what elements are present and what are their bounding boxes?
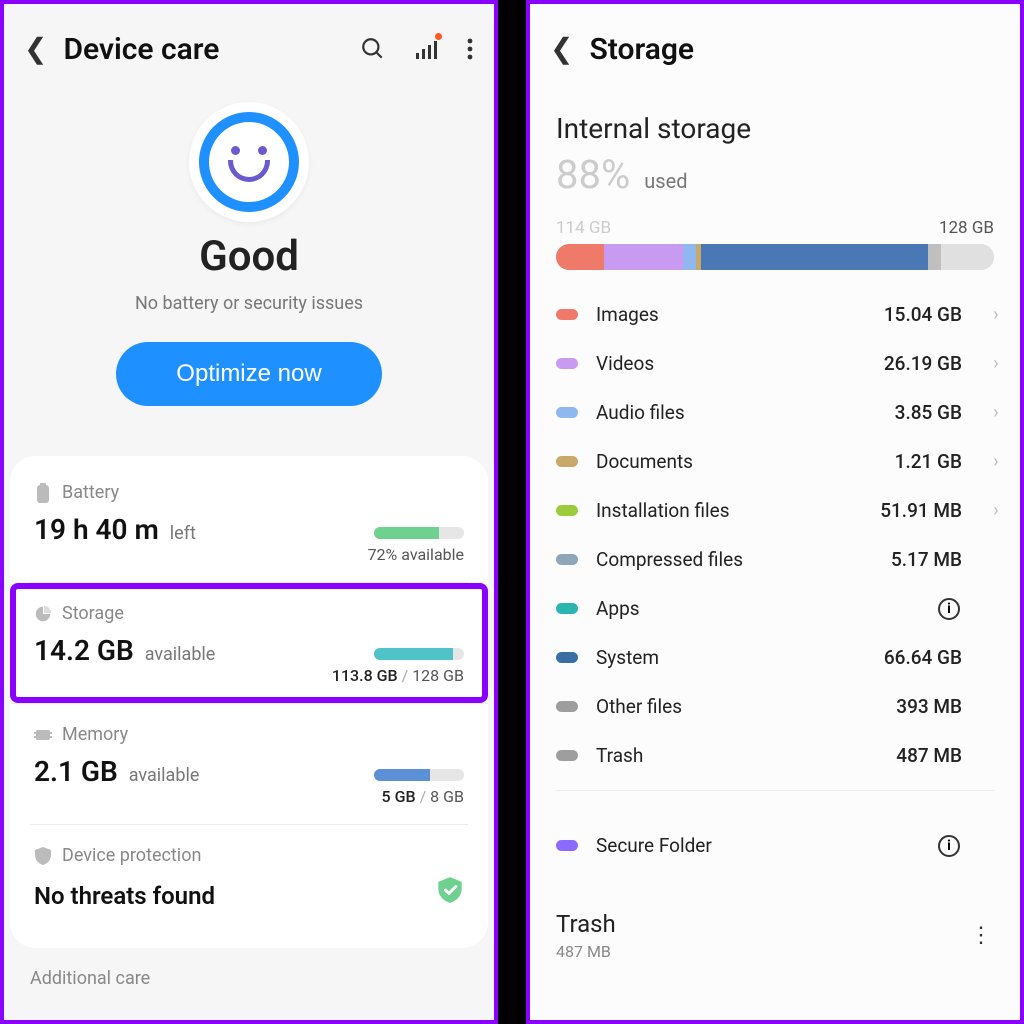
category-value: 1.21 GB <box>895 450 962 473</box>
page-title: Device care <box>63 32 219 67</box>
category-color-pill <box>556 505 578 516</box>
category-row[interactable]: Trash487 MB› <box>556 731 1006 780</box>
category-value: 26.19 GB <box>884 352 962 375</box>
device-care-screen: ❮ Device care Good No battery or securit… <box>0 0 498 1024</box>
category-list: Images15.04 GB›Videos26.19 GB›Audio file… <box>530 270 1020 780</box>
category-row[interactable]: Documents 1.21 GB › <box>556 437 1006 486</box>
storage-icon <box>34 605 52 623</box>
category-name: Videos <box>596 352 866 375</box>
header: ❮ Device care <box>4 4 494 82</box>
range-used: 114 GB <box>556 218 611 238</box>
memory-bar <box>374 769 464 781</box>
category-name: Compressed files <box>596 548 873 571</box>
info-icon[interactable]: i <box>938 598 960 620</box>
optimize-button[interactable]: Optimize now <box>116 342 381 406</box>
category-color-pill <box>556 750 578 761</box>
category-name: Apps <box>596 597 920 620</box>
category-row[interactable]: Audio files 3.85 GB › <box>556 388 1006 437</box>
shield-ok-icon <box>436 876 464 904</box>
more-icon[interactable]: ⋮ <box>970 923 994 948</box>
status-hero: Good No battery or security issues Optim… <box>4 82 494 416</box>
status-subtitle: No battery or security issues <box>24 293 474 314</box>
used-label: used <box>644 169 687 193</box>
back-icon[interactable]: ❮ <box>550 35 589 63</box>
section-title: Internal storage <box>530 82 1020 147</box>
back-icon[interactable]: ❮ <box>24 35 63 63</box>
secure-folder-row-wrap: Secure Folder i › <box>530 801 1020 870</box>
category-color-pill <box>556 652 578 663</box>
chevron-right-icon: › <box>986 500 1006 521</box>
header: ❮ Storage <box>530 4 1020 82</box>
category-row[interactable]: Videos 26.19 GB › <box>556 339 1006 388</box>
trash-subtitle: 487 MB <box>556 942 616 961</box>
chevron-right-icon: › <box>986 353 1006 374</box>
battery-bar <box>374 527 464 539</box>
signal-bars-icon[interactable] <box>414 37 438 61</box>
additional-care-label: Additional care <box>4 948 494 989</box>
memory-label: Memory <box>62 724 128 745</box>
category-color-pill <box>556 701 578 712</box>
memory-card[interactable]: Memory 2.1 GB available 5 GB / 8 GB <box>30 704 468 825</box>
used-percent: 88% <box>556 151 630 198</box>
category-color-pill <box>556 603 578 614</box>
category-color-pill <box>556 407 578 418</box>
category-row[interactable]: Compressed files5.17 MB› <box>556 535 1006 584</box>
category-name: System <box>596 646 866 669</box>
chevron-right-icon: › <box>986 451 1006 472</box>
trash-section[interactable]: Trash 487 MB ⋮ <box>530 870 1020 971</box>
category-name: Trash <box>596 744 878 767</box>
category-name: Images <box>596 303 866 326</box>
category-value: 51.91 MB <box>880 499 962 522</box>
memory-icon <box>34 726 52 744</box>
battery-card[interactable]: Battery 19 h 40 m left 72% available <box>30 462 468 583</box>
more-icon[interactable] <box>466 37 474 61</box>
category-color-pill <box>556 309 578 320</box>
info-icon[interactable]: i <box>938 835 960 857</box>
category-value: 393 MB <box>896 695 962 718</box>
category-row[interactable]: Other files393 MB› <box>556 682 1006 731</box>
category-color-pill <box>556 358 578 369</box>
protection-label: Device protection <box>62 845 201 866</box>
category-value: 66.64 GB <box>884 646 962 669</box>
storage-breakdown-bar <box>556 244 994 270</box>
chevron-right-icon: › <box>986 304 1006 325</box>
storage-card[interactable]: Storage 14.2 GB available 113.8 GB / 128… <box>10 583 488 704</box>
category-color-pill <box>556 554 578 565</box>
status-text: Good <box>24 232 474 281</box>
page-title: Storage <box>589 32 694 67</box>
category-color-pill <box>556 840 578 851</box>
storage-bar <box>374 648 464 660</box>
search-icon[interactable] <box>360 36 386 62</box>
chevron-right-icon: › <box>986 402 1006 423</box>
storage-screen: ❮ Storage Internal storage 88% used 114 … <box>526 0 1024 1024</box>
category-value: 3.85 GB <box>895 401 962 424</box>
battery-available: 72% available <box>368 545 464 564</box>
protection-card[interactable]: Device protection No threats found <box>30 825 468 928</box>
battery-label: Battery <box>62 482 119 503</box>
storage-label: Storage <box>62 603 124 624</box>
category-value: 5.17 MB <box>891 548 962 571</box>
range-total: 128 GB <box>939 218 994 238</box>
category-name: Audio files <box>596 401 877 424</box>
category-value: 487 MB <box>896 744 962 767</box>
category-color-pill <box>556 456 578 467</box>
category-name: Other files <box>596 695 878 718</box>
category-value: 15.04 GB <box>884 303 962 326</box>
protection-status: No threats found <box>34 882 215 910</box>
shield-icon <box>34 847 52 865</box>
category-row[interactable]: Images 15.04 GB › <box>556 290 1006 339</box>
battery-icon <box>34 484 52 502</box>
category-row[interactable]: Installation files 51.91 MB › <box>556 486 1006 535</box>
category-row[interactable]: Appsi› <box>556 584 1006 633</box>
secure-folder-row[interactable]: Secure Folder i › <box>556 821 1006 870</box>
metrics-card-group: Battery 19 h 40 m left 72% available Sto… <box>10 456 488 948</box>
category-name: Documents <box>596 450 877 473</box>
category-row[interactable]: System66.64 GB› <box>556 633 1006 682</box>
notification-dot-icon <box>435 33 442 40</box>
category-name: Installation files <box>596 499 862 522</box>
trash-title: Trash <box>556 910 616 938</box>
smiley-icon <box>189 102 309 222</box>
